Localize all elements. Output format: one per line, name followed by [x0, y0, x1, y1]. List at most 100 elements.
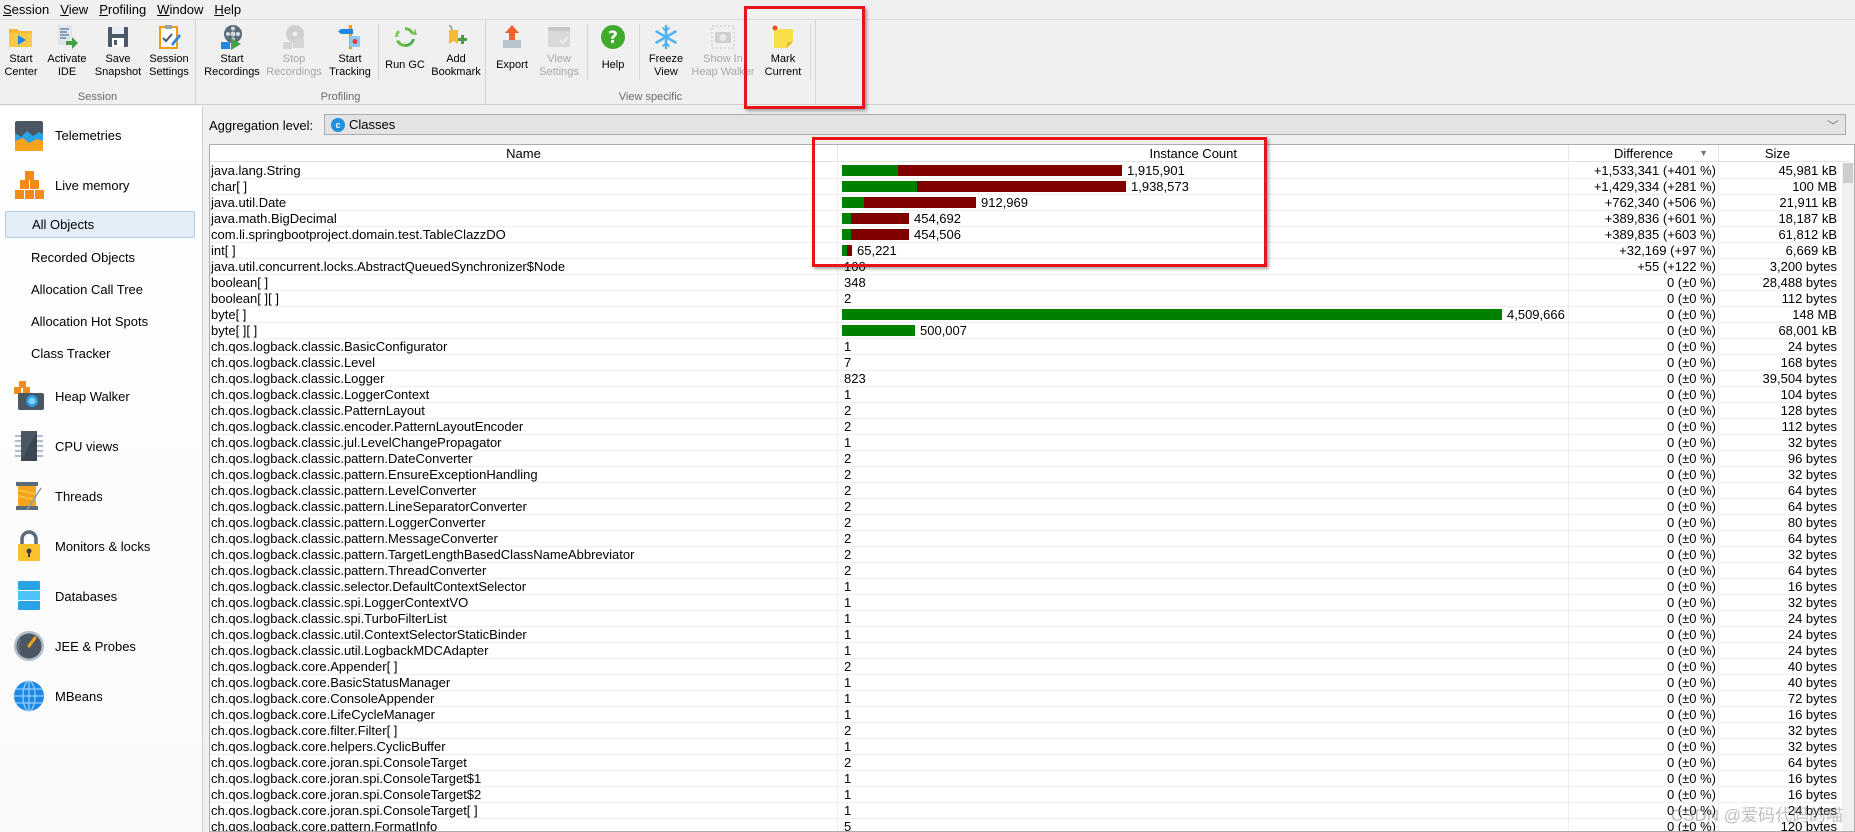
table-row[interactable]: boolean[ ] 348 0 (±0 %) 28,488 bytes	[210, 275, 1839, 291]
cell-instance-count: 1	[838, 579, 1569, 594]
sidebar-item-cpu-views[interactable]: CPU views	[0, 426, 200, 466]
table-row[interactable]: java.lang.String 1,915,901 +1,533,341 (+40…	[210, 163, 1839, 179]
cell-difference: 0 (±0 %)	[1569, 787, 1719, 802]
table-row[interactable]: char[ ] 1,938,573 +1,429,334 (+281 %) 100 M…	[210, 179, 1839, 195]
instance-count-value: 2	[844, 755, 852, 770]
table-row[interactable]: ch.qos.logback.classic.util.ContextSelec…	[210, 627, 1839, 643]
cell-size: 64 bytes	[1787, 755, 1837, 770]
cell-class-name: ch.qos.logback.classic.Logger	[210, 371, 838, 386]
save-snapshot-button[interactable]: Save Snapshot	[94, 22, 142, 84]
sidebar-item-databases[interactable]: Databases	[0, 576, 200, 616]
menu-help[interactable]: Help	[211, 2, 247, 17]
table-row[interactable]: byte[ ] 4,509,666 0 (±0 %) 148 MB	[210, 307, 1839, 323]
table-row[interactable]: ch.qos.logback.classic.spi.LoggerContext…	[210, 595, 1839, 611]
table-row[interactable]: ch.qos.logback.classic.pattern.MessageCo…	[210, 531, 1839, 547]
table-row[interactable]: ch.qos.logback.classic.Logger 823 0 (±0 %)…	[210, 371, 1839, 387]
table-row[interactable]: ch.qos.logback.core.joran.spi.ConsoleTar…	[210, 771, 1839, 787]
table-row[interactable]: ch.qos.logback.classic.pattern.LineSepar…	[210, 499, 1839, 515]
sidebar-item-recorded-objects[interactable]: Recorded Objects	[5, 244, 195, 271]
stop-recordings-button[interactable]: Stop Recordings	[265, 22, 323, 84]
table-row[interactable]: ch.qos.logback.classic.pattern.LevelConv…	[210, 483, 1839, 499]
view-settings-button[interactable]: View Settings	[536, 22, 582, 84]
table-row[interactable]: int[ ] 65,221 +32,169 (+97 %) 6,669 kB	[210, 243, 1839, 259]
sidebar-item-threads[interactable]: Threads	[0, 476, 200, 516]
table-row[interactable]: java.math.BigDecimal 454,692 +389,836 (+60…	[210, 211, 1839, 227]
table-row[interactable]: ch.qos.logback.classic.BasicConfigurator…	[210, 339, 1839, 355]
column-header-difference[interactable]: Difference ▼	[1569, 145, 1719, 162]
scrollbar-thumb[interactable]	[1843, 163, 1853, 183]
column-header-name[interactable]: Name	[210, 145, 838, 162]
table-row[interactable]: ch.qos.logback.core.filter.Filter[ ] 2 0 (…	[210, 723, 1839, 739]
table-row[interactable]: ch.qos.logback.core.BasicStatusManager 1 0…	[210, 675, 1839, 691]
run-gc-button[interactable]: Run GC	[383, 22, 427, 84]
aggregation-level-select[interactable]: c Classes ﹀	[324, 114, 1846, 135]
mark-current-button[interactable]: Mark Current	[760, 22, 806, 84]
table-row[interactable]: ch.qos.logback.classic.jul.LevelChangePr…	[210, 435, 1839, 451]
table-row[interactable]: ch.qos.logback.classic.PatternLayout 2 0 (…	[210, 403, 1839, 419]
table-row[interactable]: java.util.Date 912,969 +762,340 (+506 %) 21…	[210, 195, 1839, 211]
vertical-scrollbar[interactable]	[1842, 163, 1854, 831]
table-row[interactable]: ch.qos.logback.core.joran.spi.ConsoleTar…	[210, 787, 1839, 803]
activate-ide-button[interactable]: Activate IDE	[44, 22, 90, 84]
table-row[interactable]: ch.qos.logback.classic.selector.DefaultC…	[210, 579, 1839, 595]
menu-profiling[interactable]: Profiling	[96, 2, 152, 17]
cell-difference: +389,835 (+603 %)	[1569, 227, 1719, 242]
table-row[interactable]: ch.qos.logback.classic.pattern.ThreadCon…	[210, 563, 1839, 579]
freeze-view-button[interactable]: Freeze View	[644, 22, 688, 84]
sidebar-item-all-objects[interactable]: All Objects	[5, 211, 195, 238]
instance-count-value: 1	[844, 611, 852, 626]
export-button[interactable]: Export	[492, 22, 532, 84]
sidebar-item-allocation-hot-spots[interactable]: Allocation Hot Spots	[5, 308, 195, 335]
table-row[interactable]: ch.qos.logback.classic.LoggerContext 1 0 (…	[210, 387, 1839, 403]
table-row[interactable]: byte[ ][ ] 500,007 0 (±0 %) 68,001 kB	[210, 323, 1839, 339]
start-recordings-button[interactable]: Start Recordings	[203, 22, 261, 84]
table-row[interactable]: ch.qos.logback.classic.encoder.PatternLa…	[210, 419, 1839, 435]
table-row[interactable]: ch.qos.logback.core.helpers.CyclicBuffer…	[210, 739, 1839, 755]
table-row[interactable]: ch.qos.logback.classic.pattern.DateConve…	[210, 451, 1839, 467]
sidebar-label: Databases	[55, 588, 118, 604]
sidebar-item-live-memory[interactable]: Live memory	[0, 165, 200, 205]
column-header-instance-count[interactable]: Instance Count	[838, 145, 1569, 162]
sidebar-item-jee-probes[interactable]: JEE & Probes	[0, 626, 200, 666]
table-row[interactable]: ch.qos.logback.core.LifeCycleManager 1 0 (…	[210, 707, 1839, 723]
menu-view[interactable]: View	[57, 2, 94, 17]
sidebar-item-allocation-call-tree[interactable]: Allocation Call Tree	[5, 276, 195, 303]
table-row[interactable]: ch.qos.logback.classic.pattern.EnsureExc…	[210, 467, 1839, 483]
table-row[interactable]: ch.qos.logback.core.joran.spi.ConsoleTar…	[210, 755, 1839, 771]
cell-instance-count: 5	[838, 819, 1569, 831]
table-row[interactable]: ch.qos.logback.core.ConsoleAppender 1 0 (±…	[210, 691, 1839, 707]
sidebar-item-telemetries[interactable]: Telemetries	[0, 115, 200, 155]
table-row[interactable]: boolean[ ][ ] 2 0 (±0 %) 112 bytes	[210, 291, 1839, 307]
cell-instance-count: 1	[838, 739, 1569, 754]
increase-bar-segment	[917, 181, 1126, 192]
session-settings-button[interactable]: Session Settings	[146, 22, 192, 84]
table-row[interactable]: ch.qos.logback.classic.pattern.LoggerCon…	[210, 515, 1839, 531]
instance-count-value: 823	[844, 371, 866, 386]
menu-window[interactable]: Window	[154, 2, 209, 17]
table-row[interactable]: ch.qos.logback.classic.spi.TurboFilterLi…	[210, 611, 1839, 627]
table-row[interactable]: ch.qos.logback.core.joran.spi.ConsoleTar…	[210, 803, 1839, 819]
group-label-view-specific: View specific	[618, 91, 683, 103]
menu-session[interactable]: Session	[0, 2, 55, 17]
table-row[interactable]: ch.qos.logback.classic.util.LogbackMDCAd…	[210, 643, 1839, 659]
start-center-button[interactable]: Start Center	[2, 22, 40, 84]
add-bookmark-button[interactable]: Add Bookmark	[430, 22, 482, 84]
sidebar-item-mbeans[interactable]: MBeans	[0, 676, 200, 716]
table-row[interactable]: ch.qos.logback.core.Appender[ ] 2 0 (±0 %)…	[210, 659, 1839, 675]
cell-difference: 0 (±0 %)	[1569, 499, 1719, 514]
sidebar-item-monitors-locks[interactable]: Monitors & locks	[0, 526, 200, 566]
sidebar-item-class-tracker[interactable]: Class Tracker	[5, 340, 195, 367]
table-row[interactable]: ch.qos.logback.classic.pattern.TargetLen…	[210, 547, 1839, 563]
cell-instance-count: 65,221	[838, 243, 1569, 258]
column-header-size[interactable]: Size	[1719, 145, 1836, 162]
cell-class-name: ch.qos.logback.classic.jul.LevelChangePr…	[210, 435, 838, 450]
table-row[interactable]: ch.qos.logback.core.pattern.FormatInfo 5 0…	[210, 819, 1839, 831]
start-tracking-button[interactable]: Start Tracking	[327, 22, 373, 84]
cell-class-name: byte[ ][ ]	[210, 323, 838, 338]
sidebar-item-heap-walker[interactable]: Heap Walker	[0, 376, 200, 416]
table-row[interactable]: ch.qos.logback.classic.Level 7 0 (±0 %) 168…	[210, 355, 1839, 371]
show-in-heap-walker-button[interactable]: Show In Heap Walker	[690, 22, 756, 84]
help-button[interactable]: ? Help	[592, 22, 634, 84]
table-row[interactable]: java.util.concurrent.locks.AbstractQueue…	[210, 259, 1839, 275]
table-row[interactable]: com.li.springbootproject.domain.test.Tab…	[210, 227, 1839, 243]
